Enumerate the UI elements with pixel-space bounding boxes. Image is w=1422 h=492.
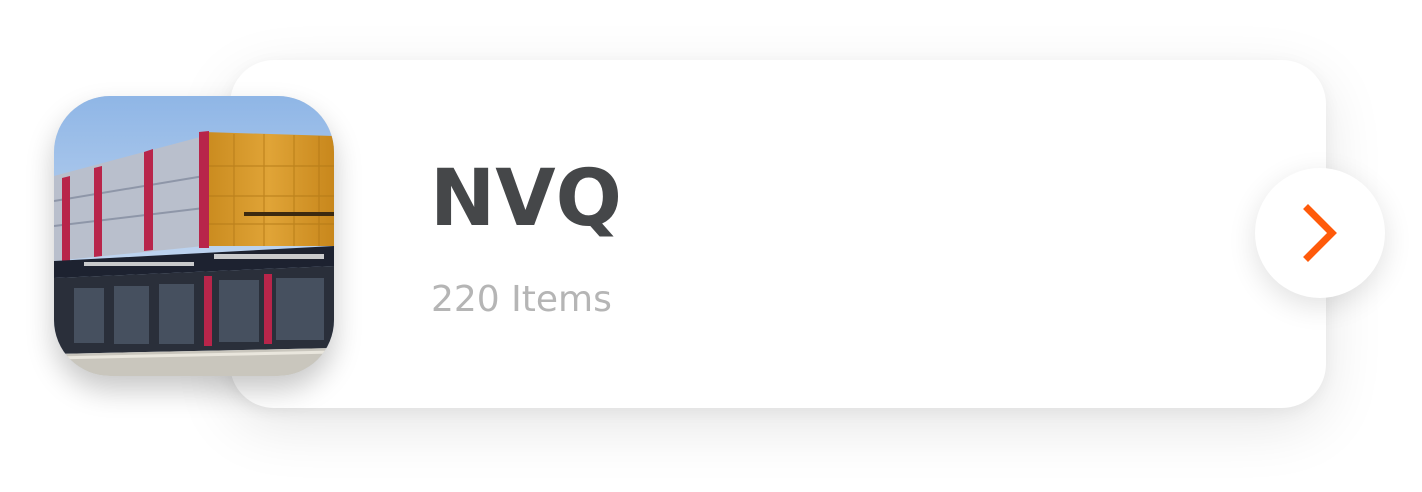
category-item-count: 220 Items	[431, 279, 612, 320]
chevron-right-icon	[1303, 204, 1337, 262]
category-card-stage: NVQ 220 Items	[0, 0, 1422, 492]
category-card[interactable]	[230, 60, 1326, 408]
category-thumbnail	[54, 96, 334, 376]
next-button[interactable]	[1255, 168, 1385, 298]
storefront-building-photo	[54, 96, 334, 376]
category-title: NVQ	[430, 154, 622, 244]
